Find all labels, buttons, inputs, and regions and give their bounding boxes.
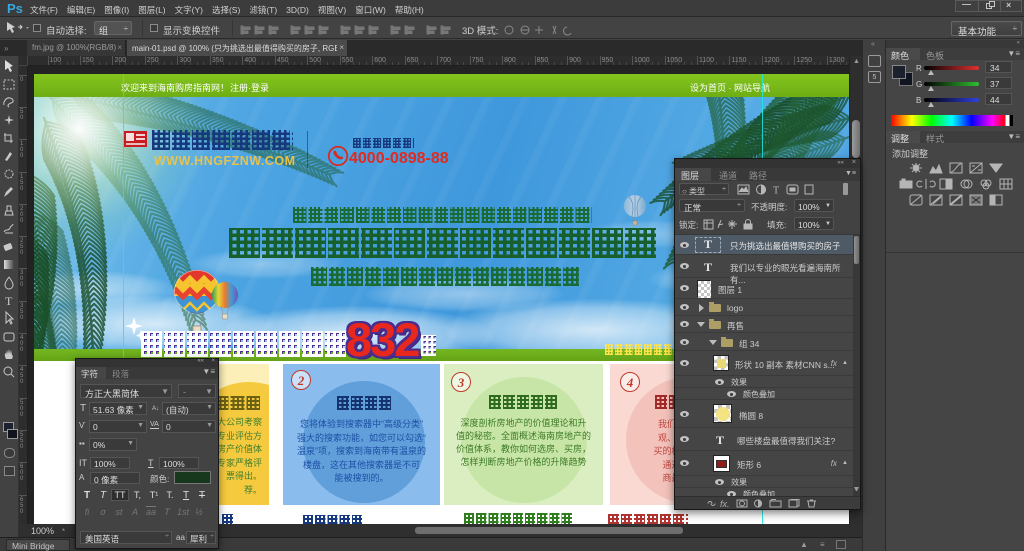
svg-text:T: T [773,186,779,196]
svg-text:T: T [5,294,13,308]
svg-text:fx.: fx. [720,499,730,508]
